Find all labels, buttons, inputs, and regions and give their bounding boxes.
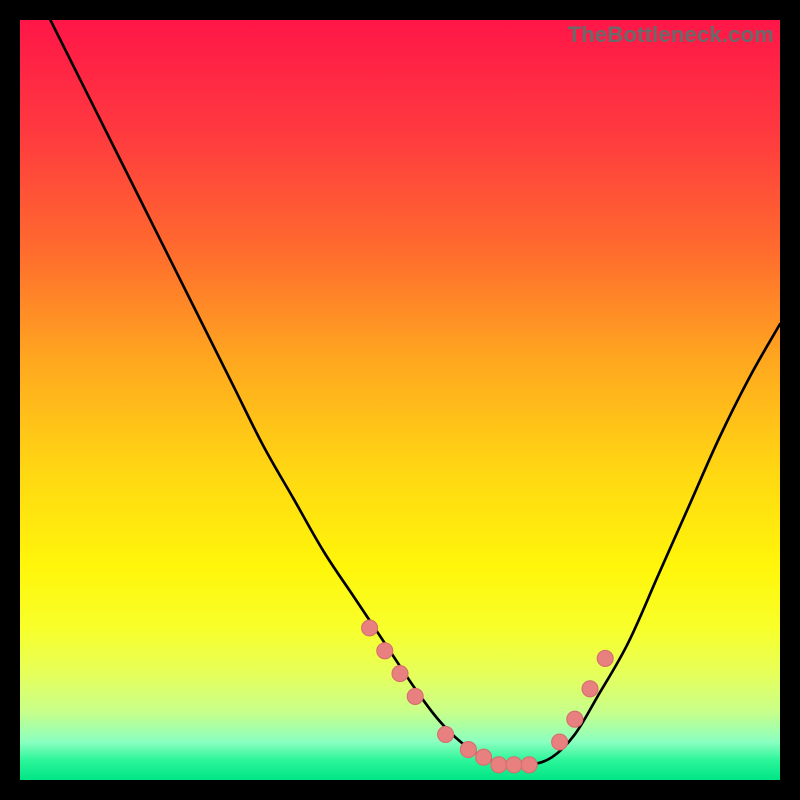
marker-point	[438, 726, 454, 742]
marker-point	[460, 742, 476, 758]
marker-point	[476, 749, 492, 765]
marker-point	[552, 734, 568, 750]
marker-point	[392, 666, 408, 682]
highlight-markers	[362, 620, 614, 773]
bottleneck-curve	[20, 20, 780, 766]
marker-point	[506, 757, 522, 773]
marker-point	[407, 688, 423, 704]
marker-point	[582, 681, 598, 697]
marker-point	[362, 620, 378, 636]
marker-point	[597, 650, 613, 666]
chart-frame: TheBottleneck.com	[0, 0, 800, 800]
plot-area: TheBottleneck.com	[20, 20, 780, 780]
marker-point	[377, 643, 393, 659]
marker-point	[567, 711, 583, 727]
marker-point	[521, 757, 537, 773]
marker-point	[491, 757, 507, 773]
curve-layer	[20, 20, 780, 780]
